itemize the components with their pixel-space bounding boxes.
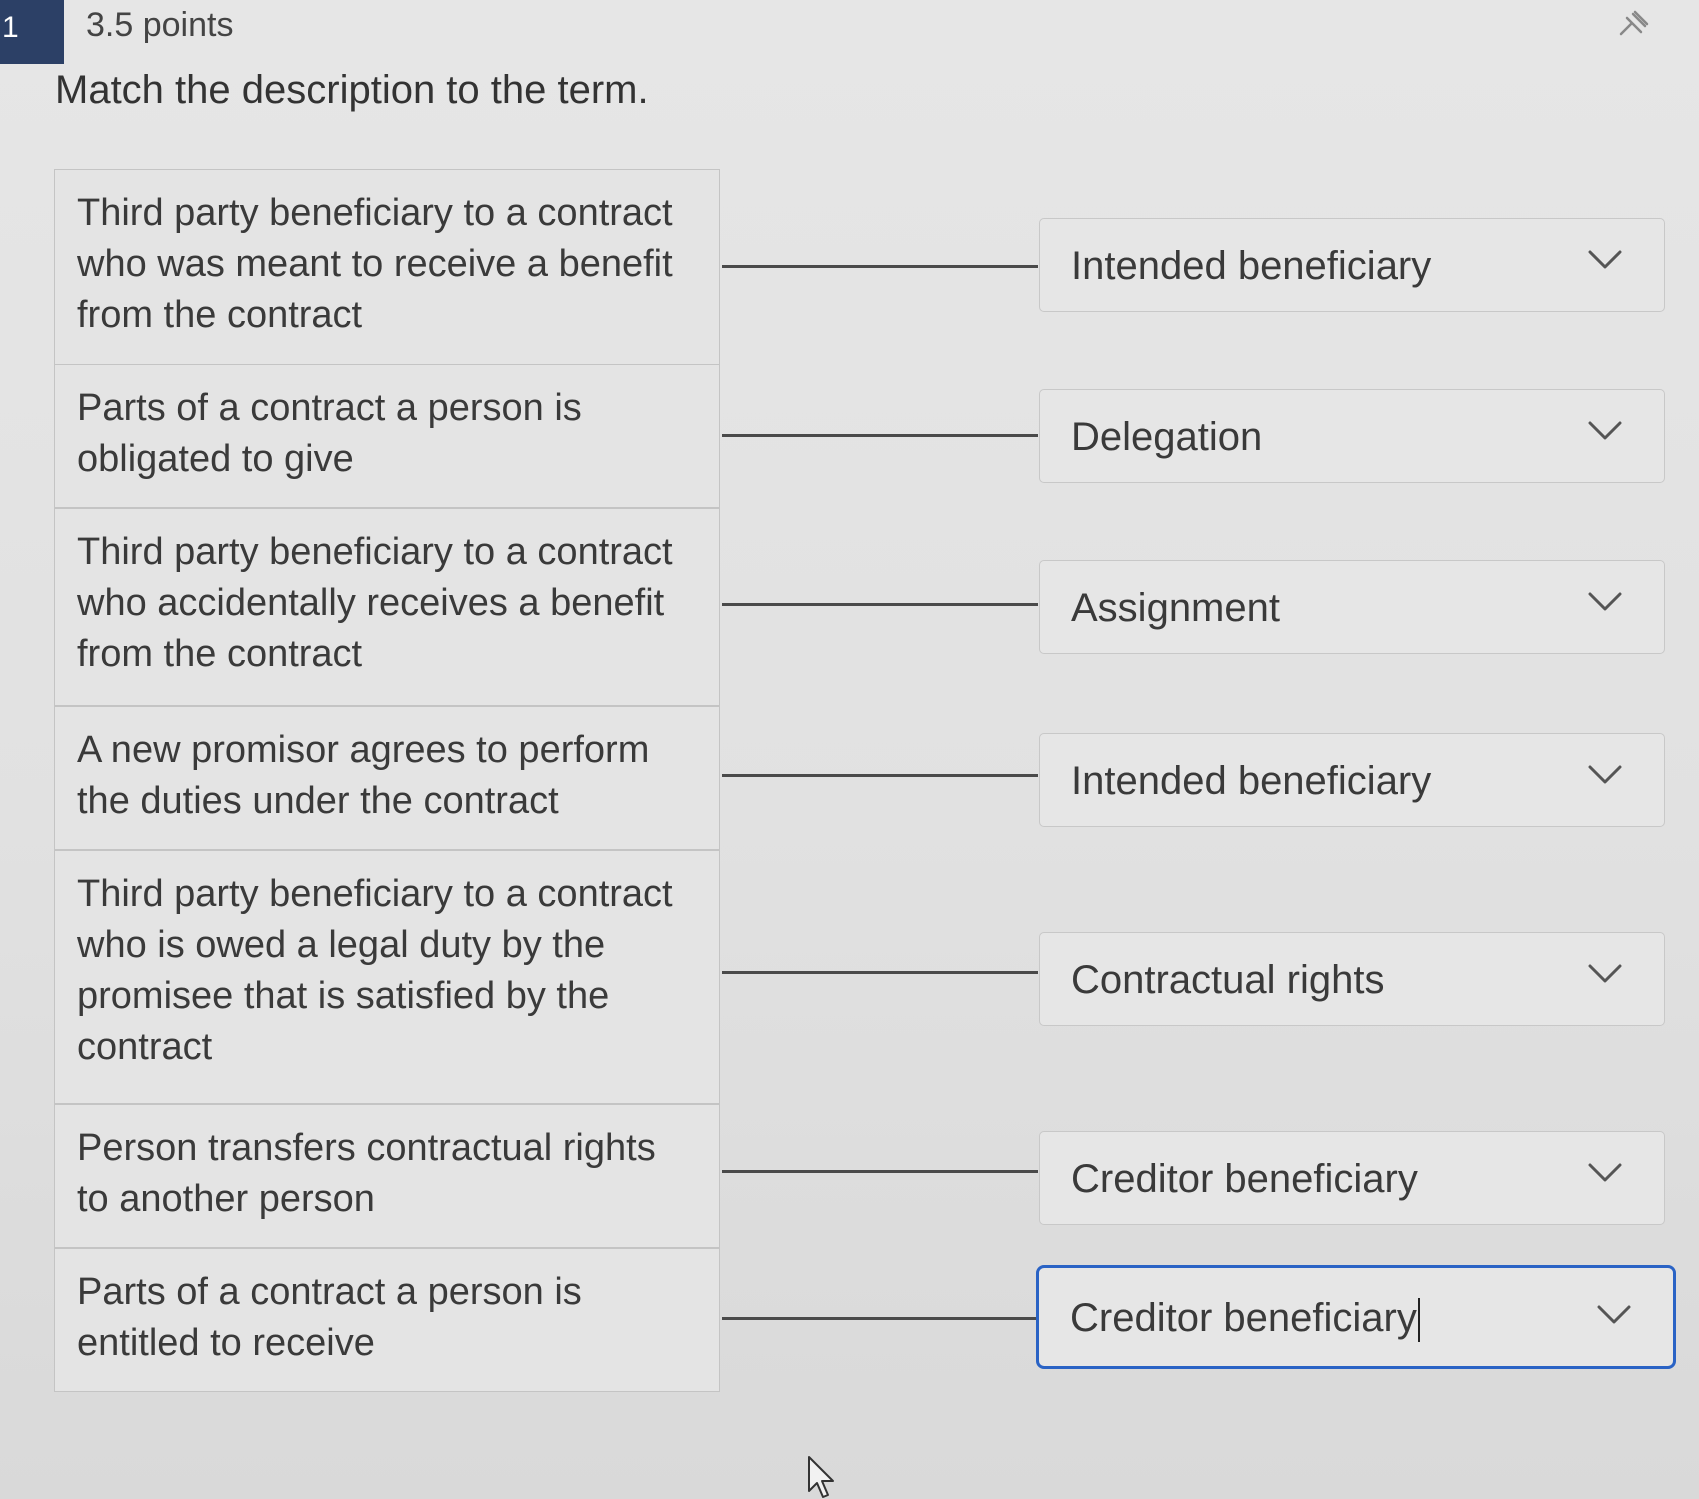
chevron-down-icon bbox=[1588, 250, 1622, 269]
description-item: Third party beneficiary to a contract wh… bbox=[54, 508, 720, 706]
term-dropdown-focused[interactable]: Creditor beneficiary bbox=[1036, 1265, 1676, 1369]
term-dropdown-value: Assignment bbox=[1071, 586, 1280, 630]
chevron-down-icon bbox=[1588, 964, 1622, 983]
term-dropdown-text: Creditor beneficiary bbox=[1070, 1296, 1417, 1340]
description-item: Third party beneficiary to a contract wh… bbox=[54, 169, 720, 365]
chevron-down-icon bbox=[1588, 592, 1622, 611]
term-dropdown-value: Intended beneficiary bbox=[1071, 244, 1432, 288]
term-dropdown[interactable]: Intended beneficiary bbox=[1039, 218, 1665, 312]
question-points: 3.5 points bbox=[86, 6, 234, 44]
match-connector-line bbox=[722, 1170, 1038, 1173]
match-connector-line bbox=[722, 434, 1038, 437]
match-connector-line bbox=[722, 265, 1038, 268]
term-dropdown[interactable]: Creditor beneficiary bbox=[1039, 1131, 1665, 1225]
description-item: Parts of a contract a person is obligate… bbox=[54, 364, 720, 508]
chevron-down-icon bbox=[1588, 421, 1622, 440]
match-connector-line bbox=[722, 603, 1038, 606]
chevron-down-icon bbox=[1597, 1305, 1631, 1324]
match-connector-line bbox=[722, 774, 1038, 777]
term-dropdown[interactable]: Contractual rights bbox=[1039, 932, 1665, 1026]
text-caret bbox=[1417, 1298, 1420, 1343]
term-dropdown[interactable]: Assignment bbox=[1039, 560, 1665, 654]
term-dropdown-value: Creditor beneficiary bbox=[1071, 1157, 1418, 1201]
term-dropdown-value: Delegation bbox=[1071, 415, 1263, 459]
description-item: Third party beneficiary to a contract wh… bbox=[54, 850, 720, 1104]
chevron-down-icon bbox=[1588, 1163, 1622, 1182]
term-dropdown-value: Contractual rights bbox=[1071, 958, 1385, 1002]
chevron-down-icon bbox=[1588, 765, 1622, 784]
question-prompt: Match the description to the term. bbox=[55, 68, 649, 112]
mouse-pointer-icon bbox=[808, 1456, 834, 1498]
description-item: A new promisor agrees to perform the dut… bbox=[54, 706, 720, 850]
question-number-badge: 1 bbox=[0, 0, 64, 64]
term-dropdown-value: Intended beneficiary bbox=[1071, 759, 1432, 803]
term-dropdown-value: Creditor beneficiary bbox=[1070, 1268, 1420, 1368]
match-connector-line bbox=[722, 971, 1038, 974]
pin-icon[interactable] bbox=[1613, 6, 1653, 42]
description-item: Person transfers contractual rights to a… bbox=[54, 1104, 720, 1248]
match-connector-line bbox=[722, 1317, 1038, 1320]
term-dropdown[interactable]: Intended beneficiary bbox=[1039, 733, 1665, 827]
term-dropdown[interactable]: Delegation bbox=[1039, 389, 1665, 483]
description-item: Parts of a contract a person is entitled… bbox=[54, 1248, 720, 1392]
